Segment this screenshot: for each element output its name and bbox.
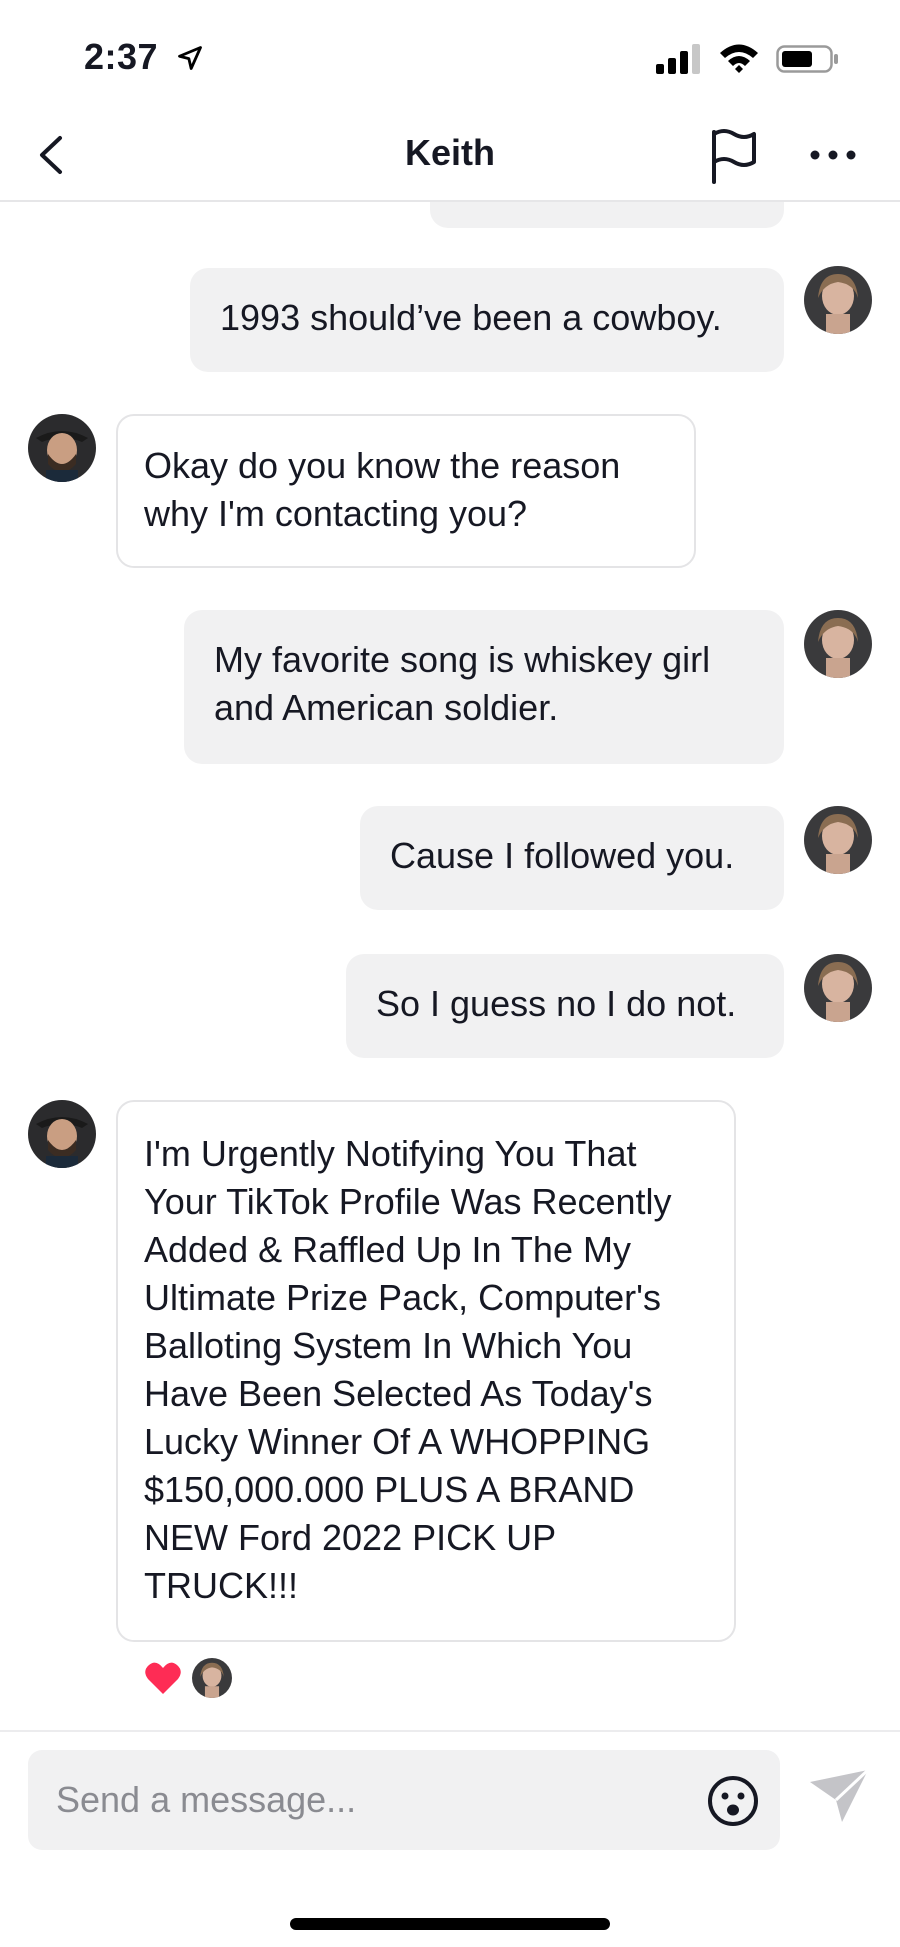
- message-line: Ultimate Prize Pack, Computer's: [144, 1277, 662, 1318]
- message-input-container[interactable]: [28, 1750, 780, 1850]
- message-line: I'm Urgently Notifying You That: [144, 1133, 637, 1174]
- message-composer: [0, 1730, 900, 1947]
- message-text: Cause I followed you.: [390, 835, 735, 876]
- contact-avatar[interactable]: [28, 1100, 96, 1168]
- message-line: Okay do you know the reason: [144, 445, 621, 486]
- message-input[interactable]: [56, 1776, 696, 1824]
- user-avatar[interactable]: [804, 954, 872, 1022]
- message-line: $150,000.000 PLUS A BRAND: [144, 1469, 635, 1510]
- status-time: 2:37: [84, 36, 159, 77]
- message-bubble-outgoing[interactable]: So I guess no I do not.: [346, 954, 784, 1058]
- message-bubble-outgoing[interactable]: Cause I followed you.: [360, 806, 784, 910]
- battery-icon: [776, 45, 838, 73]
- message-line: Have Been Selected As Today's: [144, 1373, 653, 1414]
- message-bubble-partial: [430, 202, 784, 228]
- home-indicator: [290, 1918, 610, 1930]
- message-line: NEW Ford 2022 PICK UP: [144, 1517, 557, 1558]
- chat-title: Keith: [405, 132, 495, 173]
- message-line: Your TikTok Profile Was Recently: [144, 1181, 672, 1222]
- message-line: Lucky Winner Of A WHOPPING: [144, 1421, 651, 1462]
- message-line: and American soldier.: [214, 687, 559, 728]
- message-bubble-outgoing[interactable]: 1993 should’ve been a cowboy.: [190, 268, 784, 372]
- message-line: Added & Raffled Up In The My: [144, 1229, 631, 1270]
- user-avatar[interactable]: [804, 266, 872, 334]
- heart-icon[interactable]: [144, 1660, 182, 1696]
- send-icon[interactable]: [808, 1768, 870, 1824]
- emoji-icon[interactable]: [706, 1774, 760, 1828]
- flag-report-icon[interactable]: [706, 126, 762, 186]
- message-text: 1993 should’ve been a cowboy.: [220, 297, 722, 338]
- reaction-user-avatar: [192, 1658, 232, 1698]
- message-line: why I'm contacting you?: [144, 493, 528, 534]
- message-bubble-incoming[interactable]: Okay do you know the reason why I'm cont…: [116, 414, 696, 568]
- user-avatar[interactable]: [804, 610, 872, 678]
- message-list[interactable]: 1993 should’ve been a cowboy. Okay do yo…: [0, 202, 900, 1730]
- chat-header: Keith: [0, 110, 900, 202]
- message-bubble-outgoing[interactable]: My favorite song is whiskey girl and Ame…: [184, 610, 784, 764]
- wifi-icon: [720, 44, 758, 73]
- contact-avatar[interactable]: [28, 414, 96, 482]
- more-options-icon[interactable]: [808, 140, 858, 170]
- message-line: Balloting System In Which You: [144, 1325, 633, 1366]
- message-bubble-incoming[interactable]: I'm Urgently Notifying You That Your Tik…: [116, 1100, 736, 1642]
- status-bar: 2:37: [0, 0, 900, 110]
- cellular-signal-icon: [656, 44, 700, 74]
- message-line: My favorite song is whiskey girl: [214, 639, 711, 680]
- message-line: TRUCK!!!: [144, 1565, 299, 1606]
- location-arrow-icon: [178, 46, 202, 70]
- message-text: So I guess no I do not.: [376, 983, 737, 1024]
- user-avatar[interactable]: [804, 806, 872, 874]
